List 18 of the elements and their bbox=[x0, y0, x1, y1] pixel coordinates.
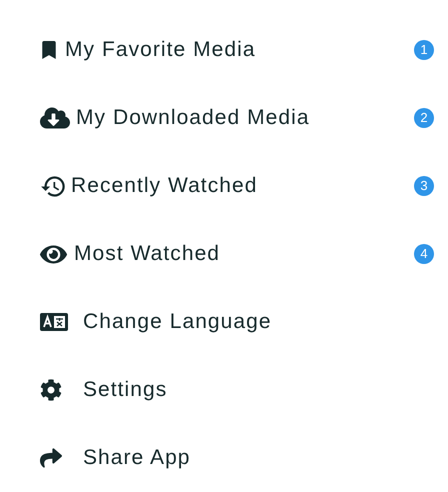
menu-item[interactable]: Share App bbox=[40, 424, 434, 492]
menu-item[interactable]: Recently Watched 3 bbox=[40, 152, 434, 220]
menu-label: My Favorite Media bbox=[65, 37, 256, 64]
count-badge: 2 bbox=[414, 108, 434, 128]
menu-label: My Downloaded Media bbox=[76, 105, 310, 132]
count-badge: 4 bbox=[414, 244, 434, 264]
menu-label: Settings bbox=[83, 377, 168, 404]
menu-item[interactable]: Change Language bbox=[40, 288, 434, 356]
menu-label: Share App bbox=[83, 445, 191, 472]
count-badge: 3 bbox=[414, 176, 434, 196]
menu-label: Recently Watched bbox=[71, 173, 258, 200]
menu-item[interactable]: My Downloaded Media 2 bbox=[40, 84, 434, 152]
menu-item[interactable]: Most Watched 4 bbox=[40, 220, 434, 288]
count-badge: 1 bbox=[414, 40, 434, 60]
menu-label: Change Language bbox=[83, 309, 272, 336]
menu-item[interactable]: My Favorite Media 1 bbox=[40, 16, 434, 84]
menu-item[interactable]: Settings bbox=[40, 356, 434, 424]
menu-label: Most Watched bbox=[74, 241, 220, 268]
